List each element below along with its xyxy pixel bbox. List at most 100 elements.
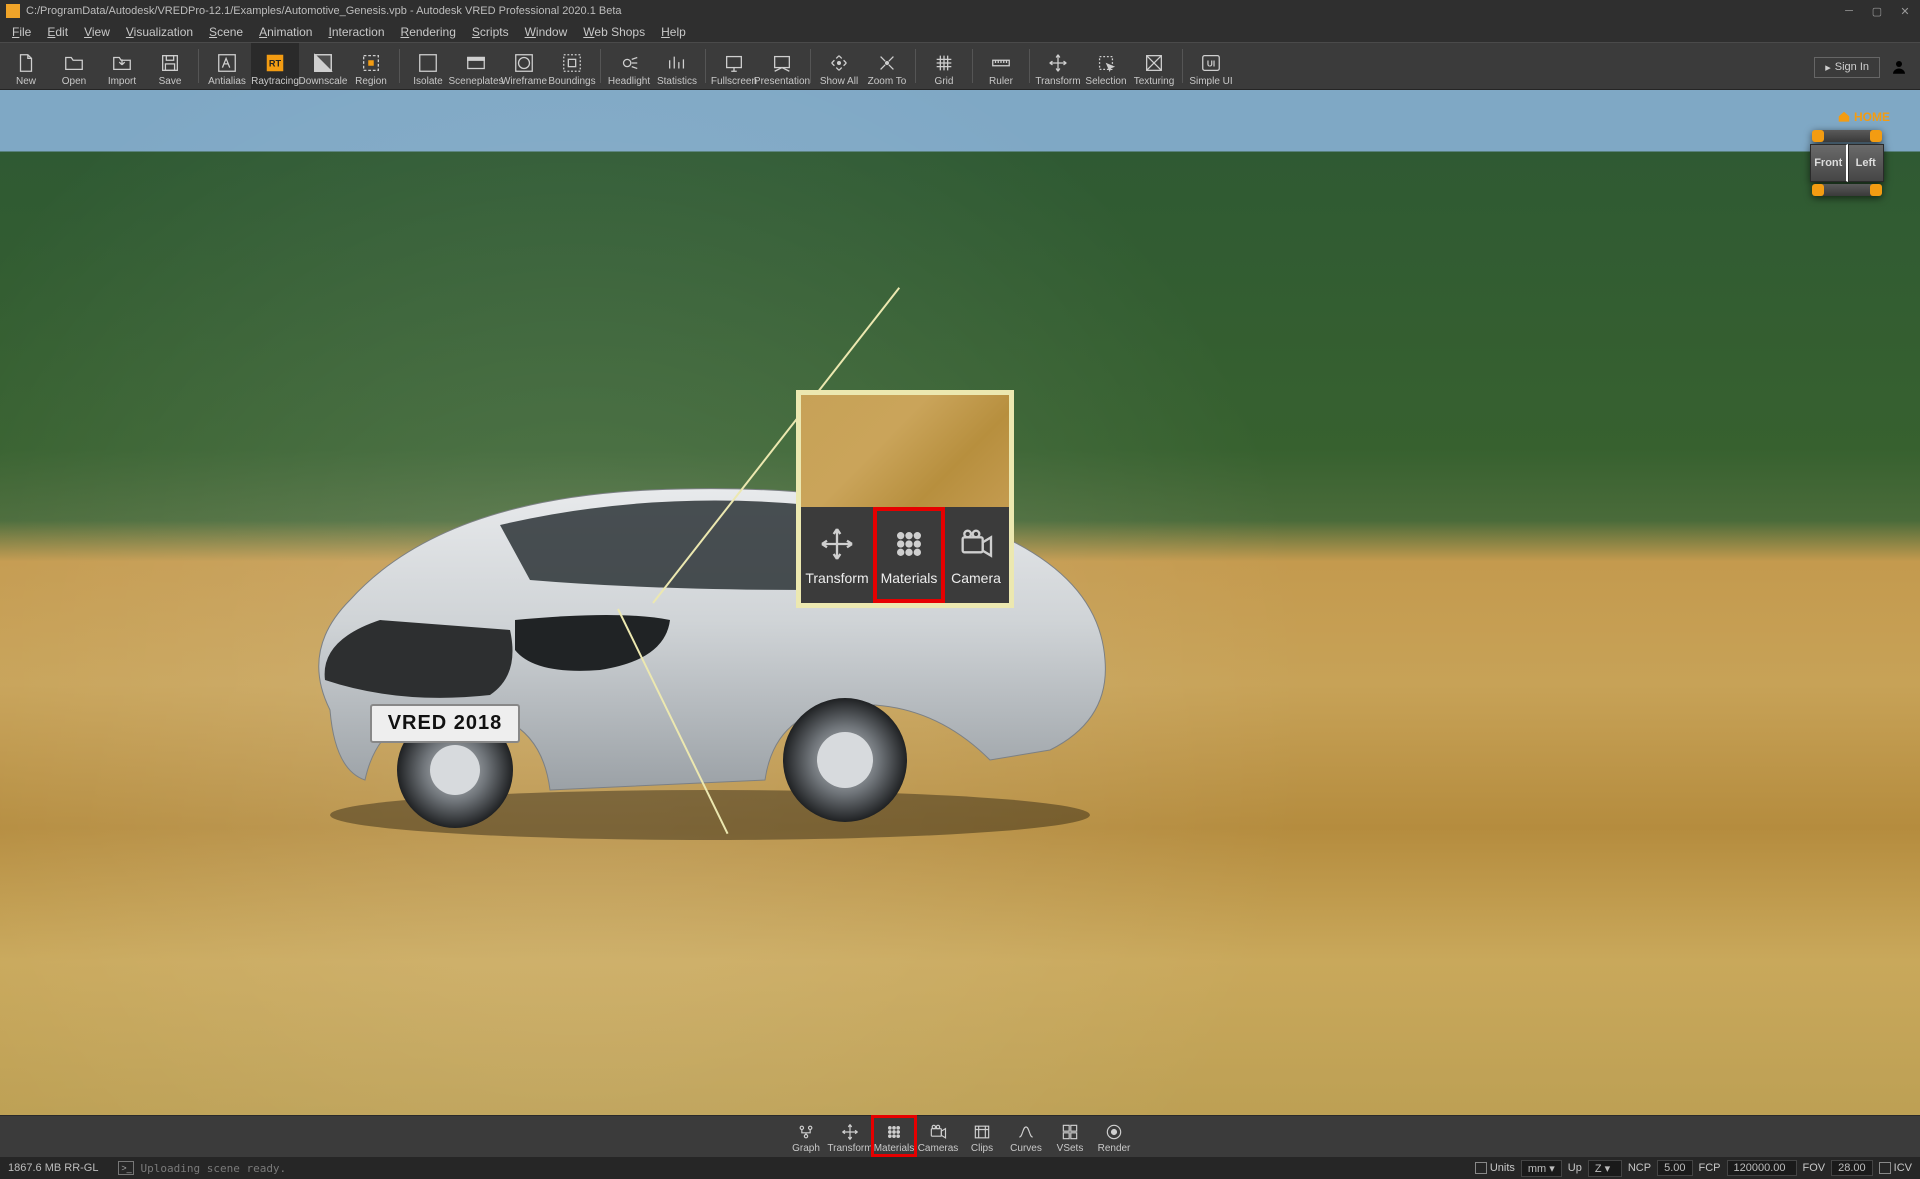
quickbar-curves[interactable]: Curves [1004, 1116, 1048, 1156]
transform-icon [1047, 52, 1069, 74]
toolbar-label: Raytracing [251, 76, 299, 87]
maximize-button[interactable]: ▢ [1868, 4, 1886, 18]
menu-scene[interactable]: Scene [201, 23, 251, 41]
toolbar-import[interactable]: Import [98, 43, 146, 89]
fov-field[interactable]: 28.00 [1831, 1160, 1873, 1176]
quickbar-clips[interactable]: Clips [960, 1116, 1004, 1156]
fcp-label: FCP [1699, 1162, 1721, 1174]
viewcube-widget[interactable]: HOME Front Left [1804, 110, 1890, 196]
toolbar-fullscreen[interactable]: Fullscreen [710, 43, 758, 89]
toolbar: New OpenImportSaveAntialias RT RaytracingDo… [0, 42, 1920, 90]
units-checkbox[interactable] [1475, 1162, 1487, 1174]
close-button[interactable]: ✕ [1896, 4, 1914, 18]
toolbar-new[interactable]: New [2, 43, 50, 89]
folder-icon [63, 52, 85, 74]
toolbar-headlight[interactable]: Headlight [605, 43, 653, 89]
svg-text:UI: UI [1207, 60, 1215, 69]
menu-scripts[interactable]: Scripts [464, 23, 517, 41]
toolbar-antialias[interactable]: Antialias [203, 43, 251, 89]
toolbar-label: Transform [1035, 76, 1080, 87]
signin-area: ▸Sign In [1804, 43, 1918, 91]
terminal-icon[interactable]: >_ [118, 1161, 134, 1175]
toolbar-transform[interactable]: Transform [1034, 43, 1082, 89]
menu-animation[interactable]: Animation [251, 23, 320, 41]
toolbar-sceneplates[interactable]: Sceneplates [452, 43, 500, 89]
toolbar-separator [705, 49, 706, 83]
full-icon [723, 52, 745, 74]
toolbar-wireframe[interactable]: Wireframe [500, 43, 548, 89]
icv-checkbox[interactable] [1879, 1162, 1891, 1174]
menu-visualization[interactable]: Visualization [118, 23, 201, 41]
menu-help[interactable]: Help [653, 23, 694, 41]
toolbar-label: Selection [1085, 76, 1126, 87]
up-field[interactable]: Z ▾ [1588, 1160, 1622, 1177]
toolbar-save[interactable]: Save [146, 43, 194, 89]
user-icon[interactable] [1890, 58, 1908, 76]
toolbar-label: Texturing [1134, 76, 1175, 87]
viewcube-left[interactable]: Left [1848, 144, 1885, 182]
toolbar-label: Boundings [548, 76, 595, 87]
toolbar-separator [810, 49, 811, 83]
menu-file[interactable]: File [4, 23, 39, 41]
toolbar-label: Wireframe [501, 76, 547, 87]
toolbar-boundings[interactable]: Boundings [548, 43, 596, 89]
signin-button[interactable]: ▸Sign In [1814, 57, 1880, 78]
toolbar-grid[interactable]: Grid [920, 43, 968, 89]
toolbar-label: Downscale [299, 76, 348, 87]
units-field[interactable]: mm ▾ [1521, 1160, 1562, 1177]
isolate-icon [417, 52, 439, 74]
quickbar-transform[interactable]: Transform [828, 1116, 872, 1156]
disk-icon [159, 52, 181, 74]
callout-label: Transform [805, 570, 868, 586]
quickbar-graph[interactable]: Graph [784, 1116, 828, 1156]
toolbar-ruler[interactable]: Ruler [977, 43, 1025, 89]
transform-icon [840, 1123, 860, 1141]
toolbar-texturing[interactable]: Texturing [1130, 43, 1178, 89]
toolbar-statistics[interactable]: Statistics [653, 43, 701, 89]
menu-web-shops[interactable]: Web Shops [575, 23, 653, 41]
toolbar-label: Fullscreen [711, 76, 757, 87]
camera-icon [928, 1123, 948, 1141]
toolbar-selection[interactable]: Selection [1082, 43, 1130, 89]
menu-window[interactable]: Window [517, 23, 576, 41]
menu-interaction[interactable]: Interaction [320, 23, 392, 41]
callout-camera[interactable]: Camera [945, 507, 1007, 603]
quickbar-vsets[interactable]: VSets [1048, 1116, 1092, 1156]
toolbar-label: Headlight [608, 76, 650, 87]
toolbar-isolate[interactable]: Isolate [404, 43, 452, 89]
quickbar-materials[interactable]: Materials [872, 1116, 916, 1156]
viewcube-front[interactable]: Front [1810, 144, 1848, 182]
menubar: FileEditViewVisualizationSceneAnimationI… [0, 22, 1920, 42]
home-button[interactable]: HOME [1804, 110, 1890, 124]
toolbar-separator [600, 49, 601, 83]
toolbar-presentation[interactable]: Presentation [758, 43, 806, 89]
toolbar-label: New [16, 76, 36, 87]
window-title: C:/ProgramData/Autodesk/VREDPro-12.1/Exa… [26, 5, 1840, 17]
menu-view[interactable]: View [76, 23, 118, 41]
ncp-field[interactable]: 5.00 [1657, 1160, 1692, 1176]
toolbar-region[interactable]: Region [347, 43, 395, 89]
menu-rendering[interactable]: Rendering [393, 23, 464, 41]
fcp-field[interactable]: 120000.00 [1727, 1160, 1797, 1176]
render-icon [1104, 1123, 1124, 1141]
toolbar-separator [972, 49, 973, 83]
toolbar-raytracing[interactable]: RT Raytracing [251, 43, 299, 89]
viewcube[interactable]: Front Left [1804, 130, 1890, 196]
toolbar-label: Grid [935, 76, 954, 87]
minimize-button[interactable]: ─ [1840, 4, 1858, 18]
viewport[interactable]: VRED 2018 TransformMaterialsCamera HOME … [0, 90, 1920, 1115]
toolbar-downscale[interactable]: Downscale [299, 43, 347, 89]
toolbar-show-all[interactable]: Show All [815, 43, 863, 89]
toolbar-label: Show All [820, 76, 858, 87]
toolbar-zoom-to[interactable]: Zoom To [863, 43, 911, 89]
quickbar-cameras[interactable]: Cameras [916, 1116, 960, 1156]
quickbar-render[interactable]: Render [1092, 1116, 1136, 1156]
callout-materials[interactable]: Materials [873, 507, 945, 603]
toolbar-label: Isolate [413, 76, 442, 87]
callout-transform[interactable]: Transform [801, 507, 873, 603]
present-icon [771, 52, 793, 74]
toolbar-open[interactable]: Open [50, 43, 98, 89]
toolbar-simple-ui[interactable]: UISimple UI [1187, 43, 1235, 89]
menu-edit[interactable]: Edit [39, 23, 76, 41]
svg-text:RT: RT [269, 59, 282, 69]
